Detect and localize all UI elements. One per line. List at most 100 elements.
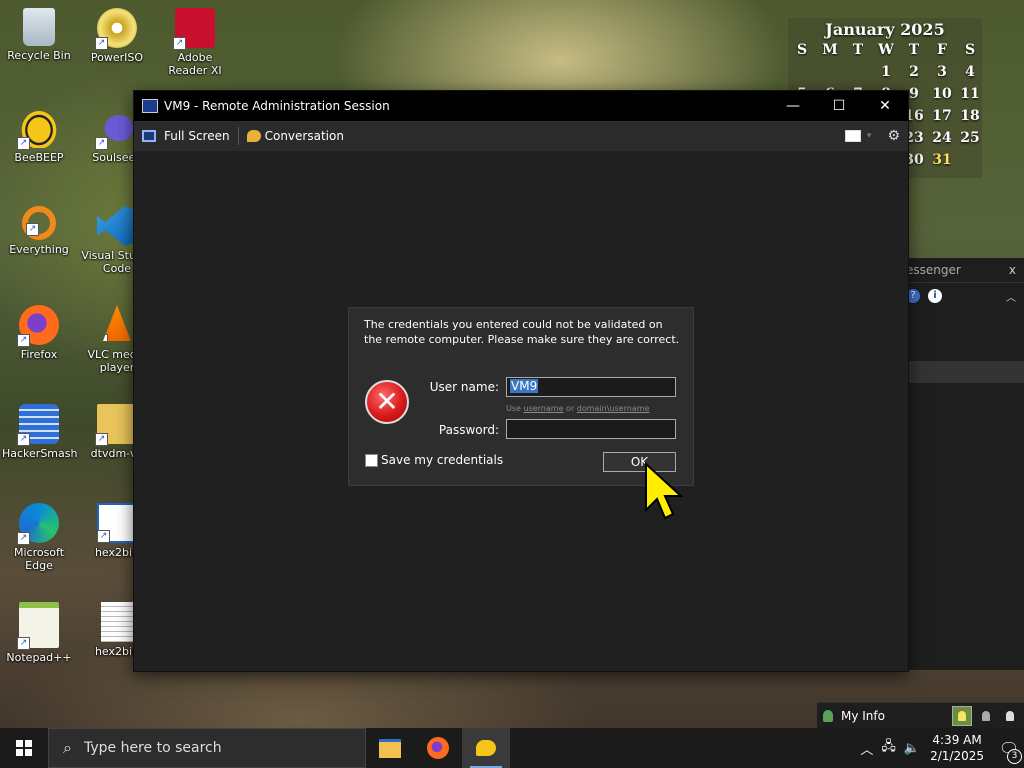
desktop-icon-edge[interactable]: ↗ Microsoft Edge: [2, 503, 76, 572]
disc-icon: ↗: [95, 8, 137, 50]
desktop-icon-everything[interactable]: ↗ Everything: [2, 206, 76, 256]
clock-time: 4:39 AM: [932, 733, 982, 747]
messenger-header: essenger x: [906, 258, 1024, 283]
system-tray: ︿ 🖧 🔈 4:39 AM 2/1/2025 🗨 3: [856, 728, 1024, 768]
calendar-day: 11: [960, 86, 980, 102]
folder-icon: ↗: [95, 404, 137, 446]
calendar-day: 3: [937, 64, 947, 80]
calendar-day: [956, 149, 984, 171]
save-credentials-checkbox[interactable]: [365, 454, 378, 467]
desktop-icon-label: Everything: [9, 243, 69, 256]
calendar-weekday: S: [796, 42, 808, 58]
username-value: VM9: [510, 379, 539, 393]
window-icon: ↗: [97, 503, 137, 543]
taskbar-firefox[interactable]: [414, 728, 462, 768]
shortcut-arrow-icon: ↗: [26, 223, 39, 236]
shortcut-arrow-icon: ↗: [173, 37, 186, 50]
status-online-icon[interactable]: [952, 706, 972, 726]
bird-icon: ↗: [95, 108, 137, 150]
settings-button[interactable]: ⚙: [879, 124, 908, 148]
hint-username-link: username: [523, 404, 564, 413]
firefox-icon: ↗: [17, 305, 59, 347]
window-mode-button[interactable]: ▾: [837, 124, 880, 148]
chevron-up-icon[interactable]: ︿: [860, 739, 873, 758]
firefox-icon: [427, 737, 449, 759]
desktop-icon-recycle-bin[interactable]: Recycle Bin: [2, 8, 76, 62]
notification-center-button[interactable]: 🗨 3: [994, 739, 1024, 764]
desktop-icon-adobe-reader[interactable]: ↗ Adobe Reader XI: [158, 8, 232, 77]
desktop-icon-label: BeeBEEP: [14, 151, 64, 164]
hint-domain-username-link: domain\username: [576, 404, 650, 413]
desktop-icon-poweriso[interactable]: ↗ PowerISO: [80, 8, 154, 64]
taskbar-search-box[interactable]: ⌕ Type here to search: [48, 728, 366, 768]
desktop-icon-label: Recycle Bin: [7, 49, 71, 62]
password-field[interactable]: [506, 419, 676, 439]
calendar-day: 17: [932, 108, 952, 124]
full-screen-button[interactable]: Full Screen: [134, 124, 238, 148]
status-offline-icon[interactable]: [1000, 706, 1020, 726]
my-info-button[interactable]: My Info: [817, 709, 952, 723]
taskbar-file-explorer[interactable]: [366, 728, 414, 768]
messenger-selected-row[interactable]: [906, 361, 1024, 383]
folder-icon: [379, 738, 401, 758]
document-icon: [101, 602, 133, 642]
messenger-status-bar: My Info: [817, 702, 1024, 729]
desktop-icon-label: Adobe Reader XI: [168, 51, 222, 77]
username-field[interactable]: VM9: [506, 377, 676, 397]
desktop-icon-beebeep[interactable]: ↗ BeeBEEP: [2, 108, 76, 164]
calendar-weekday: F: [937, 42, 947, 58]
calendar-day: [788, 61, 816, 83]
save-credentials-label[interactable]: Save my credentials: [381, 453, 503, 467]
maximize-button[interactable]: ☐: [816, 91, 862, 121]
calendar-day: [844, 61, 872, 83]
window-titlebar[interactable]: VM9 - Remote Administration Session — ☐ …: [134, 91, 908, 121]
close-button[interactable]: ✕: [862, 91, 908, 121]
shortcut-arrow-icon: ↗: [17, 137, 30, 150]
shortcut-arrow-icon: ↗: [17, 433, 30, 446]
desktop-icon-label: Notepad++: [6, 651, 72, 664]
calendar-day: 1: [881, 64, 891, 80]
person-online-icon: [958, 711, 966, 721]
desktop-icon-hackersmash[interactable]: ↗ HackerSmash: [2, 404, 77, 460]
calendar-weekday: S: [964, 42, 976, 58]
password-label: Password:: [438, 423, 499, 437]
hint-mid: or: [563, 404, 577, 413]
credentials-dialog: The credentials you entered could not be…: [348, 307, 694, 486]
minimize-button[interactable]: —: [770, 91, 816, 121]
volume-muted-icon[interactable]: 🔈: [904, 741, 920, 756]
recycle-bin-icon: [23, 8, 55, 46]
messenger-title: essenger: [906, 263, 961, 277]
person-offline-icon: [1006, 711, 1014, 721]
calendar-day: 2: [909, 64, 919, 80]
conversation-button[interactable]: Conversation: [239, 124, 352, 148]
person-away-icon: [982, 711, 990, 721]
remote-app-icon: [142, 99, 158, 113]
desktop-icon-label: Microsoft Edge: [13, 546, 65, 572]
desktop-icon-firefox[interactable]: ↗ Firefox: [2, 305, 76, 361]
error-icon: ✕: [365, 380, 409, 424]
calendar-weekday: M: [822, 42, 838, 58]
hint-prefix: Use: [506, 404, 524, 413]
bee-icon: ↗: [17, 108, 59, 150]
network-icon[interactable]: 🖧: [881, 737, 896, 759]
chevron-up-icon[interactable]: ︿: [1006, 289, 1016, 304]
notepadpp-icon: ↗: [17, 602, 59, 650]
chat-bubble-icon: [476, 740, 496, 756]
full-screen-label: Full Screen: [164, 129, 230, 143]
windows-icon: [844, 130, 861, 142]
info-icon[interactable]: i: [928, 289, 942, 303]
conversation-label: Conversation: [264, 129, 344, 143]
status-away-icon[interactable]: [976, 706, 996, 726]
shortcut-arrow-icon: ↗: [95, 37, 108, 50]
mouse-cursor-icon: [645, 462, 684, 520]
robot-icon: ↗: [17, 404, 59, 446]
start-button[interactable]: [0, 728, 48, 768]
messenger-close-button[interactable]: x: [1009, 258, 1016, 282]
taskbar-remote-admin[interactable]: [462, 728, 510, 768]
taskbar-clock[interactable]: 4:39 AM 2/1/2025: [930, 732, 984, 764]
clock-date: 2/1/2025: [930, 749, 984, 763]
error-message: The credentials you entered could not be…: [364, 318, 680, 346]
desktop-icon-notepadpp[interactable]: ↗ Notepad++: [2, 602, 76, 664]
calendar-day: 31: [932, 152, 952, 168]
taskbar: ⌕ Type here to search ︿ 🖧 🔈 4:39 AM 2/1/…: [0, 728, 1024, 768]
